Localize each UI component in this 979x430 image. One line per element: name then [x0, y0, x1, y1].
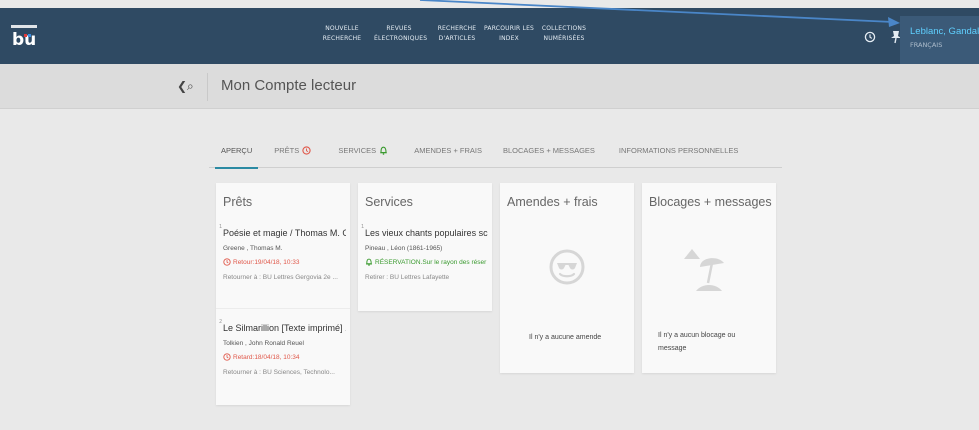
status-text: Retard:18/04/18, 10:34: [233, 353, 300, 361]
top-right-tools: [862, 22, 904, 52]
nav-label: PARCOURIR LES: [484, 25, 535, 32]
return-location: Retourner à : BU Lettres Gergovia 2e ...: [223, 274, 338, 281]
item-author: Tolkien , John Ronald Reuel: [223, 340, 304, 347]
empty-message: Il n'y a aucune amende: [529, 334, 602, 341]
return-location: Retourner à : BU Sciences, Technolo...: [223, 369, 335, 376]
nav-label: NUMÉRISÉES: [543, 35, 585, 42]
top-navigation-bar: bu NOUVELLE RECHERCHE REVUES ÉLECTRONIQU…: [0, 8, 979, 72]
due-date-status: Retour:19/04/18, 10:33: [223, 258, 346, 266]
bell-icon: [379, 146, 388, 157]
beach-umbrella-icon: [684, 249, 724, 291]
bu-logo[interactable]: bu: [11, 25, 37, 50]
nav-label: INDEX: [499, 35, 519, 42]
item-title-link[interactable]: Poésie et magie / Thomas M. Gr...: [223, 228, 346, 238]
status-text: Retour:19/04/18, 10:33: [233, 258, 300, 266]
item-number: 1: [361, 224, 365, 230]
service-item: 1 Les vieux chants populaires sca... Pin…: [361, 224, 488, 281]
item-number: 1: [219, 224, 223, 230]
loan-item: 2 Le Silmarillion [Texte imprimé] ... To…: [219, 319, 346, 376]
tab-informations-personnelles[interactable]: INFORMATIONS PERSONNELLES: [619, 139, 738, 168]
card-blocages-messages: Blocages + messages Il n'y a aucun bloca…: [642, 183, 776, 373]
tab-label: SERVICES: [338, 146, 377, 155]
language-selector[interactable]: FRANÇAIS: [910, 41, 979, 49]
status-text: RÉSERVATION.Sur le rayon des réser: [375, 258, 487, 266]
history-icon[interactable]: [862, 29, 878, 45]
card-title: Prêts: [223, 195, 253, 209]
tab-label: AMENDES + FRAIS: [414, 146, 482, 155]
tab-label: PRÊTS: [274, 146, 300, 155]
item-title-link[interactable]: Le Silmarillion [Texte imprimé] ...: [223, 323, 346, 333]
card-title: Blocages + messages: [649, 195, 772, 209]
nav-collections-numerisees[interactable]: COLLECTIONS NUMÉRISÉES: [540, 22, 588, 46]
nav-label: COLLECTIONS: [541, 25, 587, 32]
card-services: Services 1 Les vieux chants populaires s…: [358, 183, 492, 311]
item-author: Greene , Thomas M.: [223, 245, 283, 252]
divider: [216, 308, 350, 309]
item-author: Pineau , Léon (1861-1965): [365, 245, 443, 252]
tab-apercu[interactable]: APERÇU: [214, 139, 259, 169]
nav-nouvelle-recherche[interactable]: NOUVELLE RECHERCHE: [322, 22, 362, 46]
item-number: 2: [219, 319, 223, 325]
page-title: Mon Compte lecteur: [221, 77, 357, 94]
clock-icon: [223, 258, 231, 266]
page-header: ❮⌕ Mon Compte lecteur: [0, 64, 979, 109]
tab-amendes-frais[interactable]: AMENDES + FRAIS: [414, 139, 482, 168]
user-name: Leblanc, Gandalf: [910, 26, 979, 37]
clock-icon: [302, 146, 312, 157]
sunglasses-smiley-icon: [549, 249, 585, 285]
reservation-status: RÉSERVATION.Sur le rayon des réser: [365, 258, 488, 266]
back-search-button[interactable]: ❮⌕: [177, 79, 194, 94]
account-tabs: APERÇU PRÊTS SERVICES AMENDES + FRAIS BL…: [209, 139, 782, 169]
overdue-status: Retard:18/04/18, 10:34: [223, 353, 346, 361]
tab-blocages-messages[interactable]: BLOCAGES + MESSAGES: [503, 139, 595, 168]
pickup-location: Retirer : BU Lettres Lafayette: [365, 274, 450, 281]
nav-label: RECHERCHE: [322, 35, 362, 42]
svg-text:bu: bu: [12, 30, 36, 47]
tab-label: BLOCAGES + MESSAGES: [503, 146, 595, 155]
clock-icon: [223, 353, 231, 361]
tab-label: INFORMATIONS PERSONNELLES: [618, 146, 739, 155]
header-divider: [207, 73, 208, 101]
card-amendes-frais: Amendes + frais Il n'y a aucune amende: [500, 183, 634, 373]
card-prets: Prêts 1 Poésie et magie / Thomas M. Gr..…: [216, 183, 350, 405]
empty-message: Il n'y a aucun blocage ou message: [658, 332, 736, 352]
nav-label: NOUVELLE: [325, 25, 359, 32]
nav-label: D'ARTICLES: [438, 35, 476, 42]
nav-label: REVUES: [386, 25, 412, 32]
tab-label: APERÇU: [221, 146, 253, 155]
loan-item: 1 Poésie et magie / Thomas M. Gr... Gree…: [219, 224, 346, 281]
main-nav: NOUVELLE RECHERCHE REVUES ÉLECTRONIQUES …: [322, 22, 588, 46]
item-title-link[interactable]: Les vieux chants populaires sca...: [365, 228, 488, 238]
card-title: Services: [365, 195, 413, 209]
card-title: Amendes + frais: [507, 195, 598, 209]
nav-parcourir-index[interactable]: PARCOURIR LES INDEX: [484, 22, 534, 46]
nav-recherche-articles[interactable]: RECHERCHE D'ARTICLES: [436, 22, 478, 46]
tab-services[interactable]: SERVICES: [338, 139, 388, 168]
tab-prets[interactable]: PRÊTS: [274, 139, 312, 168]
nav-label: ÉLECTRONIQUES: [374, 35, 428, 42]
bell-icon: [366, 258, 372, 266]
nav-revues-electroniques[interactable]: REVUES ÉLECTRONIQUES: [374, 22, 428, 46]
nav-label: RECHERCHE: [437, 25, 477, 32]
